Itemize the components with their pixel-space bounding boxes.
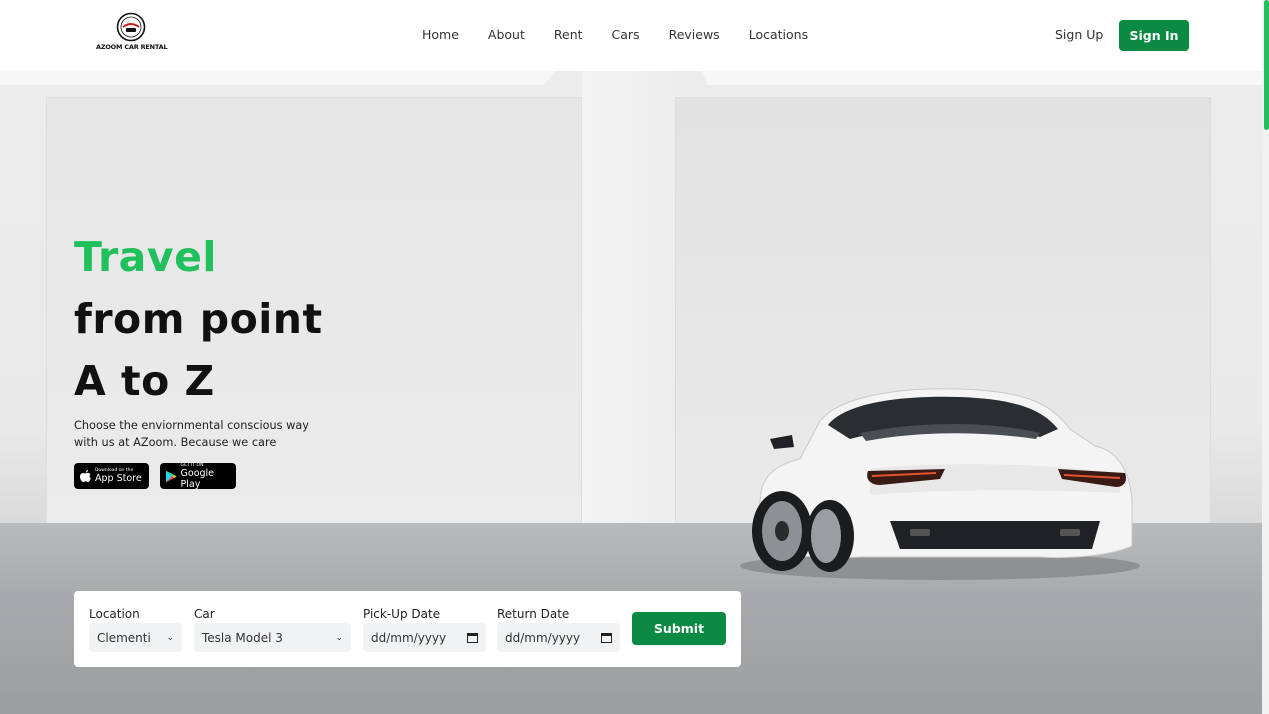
headline-line-3: A to Z <box>74 357 215 405</box>
return-date-label: Return Date <box>497 607 570 621</box>
hero-ceiling <box>0 71 555 85</box>
car-image <box>740 388 1140 580</box>
chevron-down-icon: ⌄ <box>335 632 343 643</box>
google-play-icon <box>166 470 177 482</box>
chevron-down-icon: ⌄ <box>166 632 174 643</box>
car-value: Tesla Model 3 <box>202 630 283 645</box>
nav-link-about[interactable]: About <box>488 27 525 42</box>
navbar: AZOOM CAR RENTAL Home About Rent Cars Re… <box>0 0 1262 71</box>
return-date-input[interactable]: dd/mm/yyyy <box>497 623 620 652</box>
nav-link-home[interactable]: Home <box>422 27 459 42</box>
hero-tagline: Choose the enviornmental conscious way w… <box>74 419 309 449</box>
calendar-icon <box>601 633 612 643</box>
location-value: Clementi <box>97 630 151 645</box>
apple-icon <box>80 469 91 482</box>
hero-ceiling <box>702 71 1262 85</box>
nav-link-cars[interactable]: Cars <box>612 27 640 42</box>
brand-name: AZOOM CAR RENTAL <box>96 43 168 51</box>
google-play-badge[interactable]: GET IT ON Google Play <box>160 463 236 490</box>
nav-links: Home About Rent Cars Reviews Locations <box>422 27 837 42</box>
booking-form: Location Clementi ⌄ Car Tesla Model 3 ⌄ … <box>74 591 741 667</box>
logo-wheel-icon <box>116 12 146 42</box>
calendar-icon <box>467 633 478 643</box>
hero-pillar <box>582 71 675 531</box>
app-store-badge[interactable]: Download on the App Store <box>74 463 149 489</box>
location-label: Location <box>89 607 140 621</box>
nav-link-locations[interactable]: Locations <box>749 27 808 42</box>
location-select[interactable]: Clementi ⌄ <box>89 623 182 652</box>
brand-logo[interactable]: AZOOM CAR RENTAL <box>96 12 168 56</box>
nav-link-rent[interactable]: Rent <box>554 27 583 42</box>
google-play-text: Google Play <box>180 467 215 490</box>
headline-line-2: from point <box>74 295 323 343</box>
sign-up-link[interactable]: Sign Up <box>1055 27 1103 42</box>
pickup-date-value: dd/mm/yyyy <box>371 630 447 645</box>
nav-link-reviews[interactable]: Reviews <box>669 27 720 42</box>
car-label: Car <box>194 607 215 621</box>
car-select[interactable]: Tesla Model 3 ⌄ <box>194 623 351 652</box>
headline-line-1: Travel <box>74 233 217 281</box>
scrollbar-thumb[interactable] <box>1264 0 1269 130</box>
submit-button[interactable]: Submit <box>632 612 726 645</box>
sign-in-button[interactable]: Sign In <box>1119 20 1189 51</box>
hero-section: Travel from point A to Z Choose the envi… <box>0 71 1262 714</box>
pickup-date-label: Pick-Up Date <box>363 607 441 621</box>
pickup-date-input[interactable]: dd/mm/yyyy <box>363 623 486 652</box>
return-date-value: dd/mm/yyyy <box>505 630 581 645</box>
app-store-text: App Store <box>95 473 142 484</box>
